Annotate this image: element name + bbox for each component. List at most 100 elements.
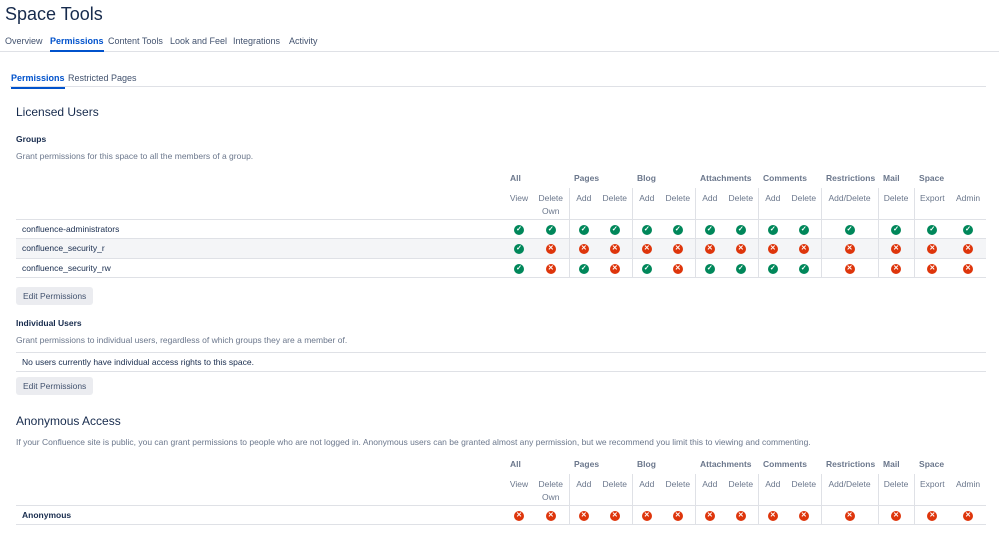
column-header: Add/Delete [820, 474, 879, 505]
check-icon: ✓ [514, 224, 524, 235]
column-group-header: Blog [637, 459, 656, 469]
cross-icon: ✕ [767, 510, 778, 521]
permission-cell: ✓ [724, 257, 759, 278]
permission-cell: ✕ [598, 504, 633, 525]
cross-icon: ✕ [609, 244, 620, 255]
check-icon: ✓ [844, 224, 855, 235]
cross-icon: ✕ [578, 510, 589, 521]
column-header: Add [631, 188, 662, 219]
permission-cell: ✓ [950, 218, 987, 239]
permission-cell: ✓ [631, 218, 662, 239]
row-name: confluence-administrators [16, 218, 505, 239]
permission-cell: ✕ [820, 504, 879, 525]
check-icon: ✓ [963, 224, 974, 235]
column-group-header: Mail [883, 173, 900, 183]
column-header: Delete [791, 479, 817, 489]
cross-icon: ✕ [609, 263, 620, 274]
permission-cell: ✕ [820, 257, 879, 278]
permission-cell: ✕ [694, 238, 725, 258]
cross-icon: ✕ [641, 510, 652, 521]
check-icon: ✓ [891, 224, 902, 235]
cross-icon: ✕ [963, 244, 974, 255]
column-header: Delete [728, 479, 754, 489]
column-header: Delete [602, 193, 628, 203]
permission-cell: ✓ [787, 218, 822, 239]
individual-users-description: Grant permissions to individual users, r… [16, 335, 348, 345]
check-icon: ✓ [578, 263, 589, 274]
check-icon: ✓ [514, 263, 524, 274]
cross-icon: ✕ [844, 263, 855, 274]
tab-activity[interactable]: Activity [289, 36, 318, 52]
groups-permissions-table: All Pages Blog Attachments Comments Restricti… [16, 168, 987, 278]
column-header: Delete [877, 188, 915, 219]
column-header: Delete Own [538, 479, 564, 502]
permission-cell: ✓ [598, 218, 633, 239]
column-header: Delete [791, 193, 817, 203]
column-group-header: Restrictions [826, 459, 876, 469]
permission-cell: ✕ [724, 504, 759, 525]
tab-permissions[interactable]: Permissions [50, 36, 104, 52]
permission-cell: ✕ [950, 504, 987, 525]
edit-individual-permissions-button[interactable]: Edit Permissions [16, 377, 94, 395]
permission-cell: ✕ [631, 238, 662, 258]
check-icon: ✓ [609, 224, 620, 235]
check-icon: ✓ [704, 224, 715, 235]
permission-cell: ✕ [598, 257, 633, 278]
edit-group-permissions-button[interactable]: Edit Permissions [16, 287, 94, 305]
column-header: Delete [665, 479, 691, 489]
column-header: Add [631, 474, 662, 505]
check-icon: ✓ [672, 224, 683, 235]
column-group-header: Attachments [700, 459, 752, 469]
column-group-header: All [510, 459, 521, 469]
column-group-header: All [510, 173, 521, 183]
tab-look-and-feel[interactable]: Look and Feel [170, 36, 227, 52]
column-group-header: Mail [883, 459, 900, 469]
tab-integrations[interactable]: Integrations [233, 36, 280, 52]
check-icon: ✓ [704, 263, 715, 274]
page-title: Space Tools [5, 4, 103, 24]
column-header: Export [913, 474, 951, 505]
tab-content-tools[interactable]: Content Tools [108, 36, 163, 52]
permission-cell: ✓ [820, 218, 879, 239]
permission-cell: ✕ [533, 504, 569, 525]
permission-cell: ✓ [661, 218, 696, 239]
column-header: Delete [665, 193, 691, 203]
main-tabs: Overview Permissions Content Tools Look … [0, 34, 999, 52]
subtab-restricted-pages[interactable]: Restricted Pages [68, 73, 137, 89]
permission-cell: ✕ [533, 257, 569, 278]
individual-users-empty: No users currently have individual acces… [16, 352, 986, 372]
cross-icon: ✕ [514, 510, 524, 521]
permission-cell: ✕ [724, 238, 759, 258]
check-icon: ✓ [767, 263, 778, 274]
permission-cell: ✓ [757, 257, 788, 278]
row-name: Anonymous [16, 504, 505, 525]
cross-icon: ✕ [609, 510, 620, 521]
permission-cell: ✓ [913, 218, 951, 239]
column-group-header: Pages [574, 459, 600, 469]
column-header: Export [913, 188, 951, 219]
subtab-permissions[interactable]: Permissions [11, 73, 65, 89]
permission-row: confluence_security_r ✓ ✕ ✕ ✕ ✕ ✕ ✕ ✕ ✕ ✕ ✕ ✕ ✕ ✕ [16, 238, 987, 258]
check-icon: ✓ [545, 224, 556, 235]
cross-icon: ✕ [672, 263, 683, 274]
cross-icon: ✕ [844, 244, 855, 255]
column-group-header: Restrictions [826, 173, 876, 183]
cross-icon: ✕ [927, 244, 938, 255]
permission-cell: ✓ [533, 218, 569, 239]
groups-heading: Groups [16, 134, 47, 144]
check-icon: ✓ [798, 224, 809, 235]
check-icon: ✓ [578, 224, 589, 235]
permission-cell: ✓ [787, 257, 822, 278]
column-group-header: Blog [637, 173, 656, 183]
column-header: View [509, 479, 529, 489]
check-icon: ✓ [927, 224, 938, 235]
column-header: Delete [728, 193, 754, 203]
cross-icon: ✕ [641, 244, 652, 255]
permission-cell: ✓ [757, 218, 788, 239]
tab-overview[interactable]: Overview [5, 36, 43, 52]
permission-cell: ✕ [950, 238, 987, 258]
permission-cell: ✕ [787, 238, 822, 258]
cross-icon: ✕ [545, 510, 556, 521]
permission-cell: ✓ [505, 257, 533, 278]
permission-cell: ✓ [631, 257, 662, 278]
